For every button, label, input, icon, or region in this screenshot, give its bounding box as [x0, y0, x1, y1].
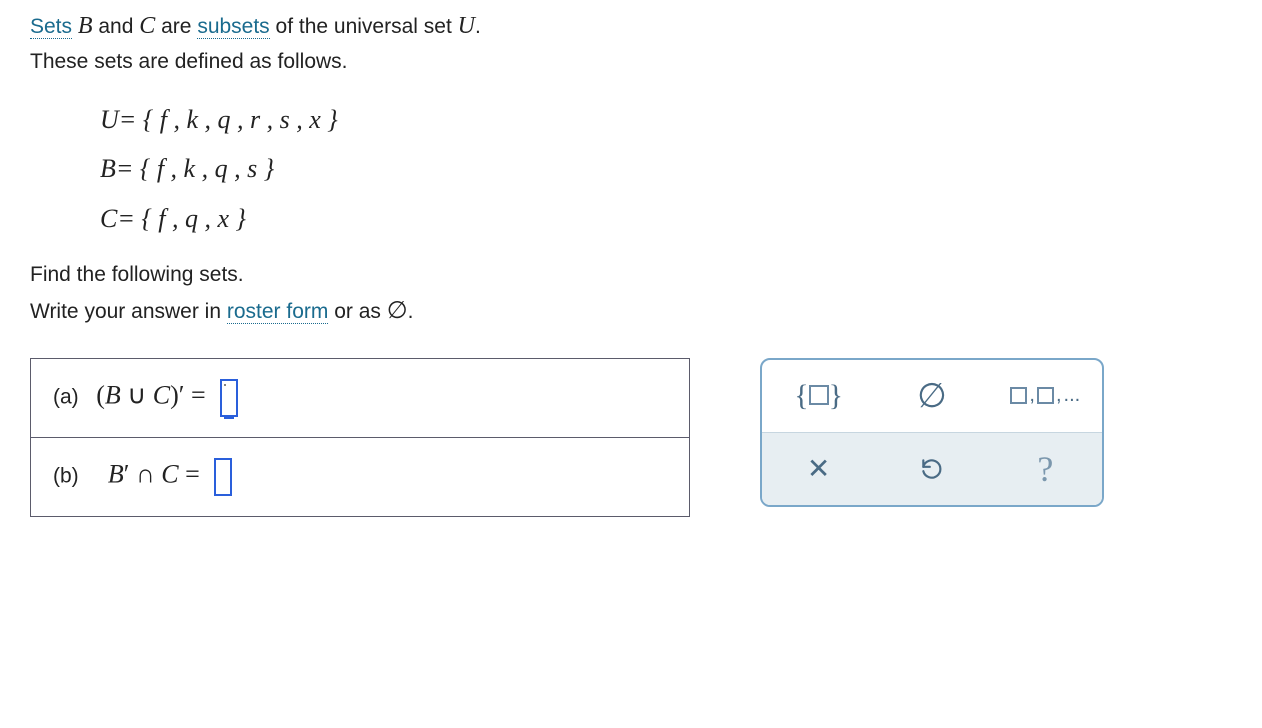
- link-sets[interactable]: Sets: [30, 15, 72, 39]
- problem-intro: Sets B and C are subsets of the universa…: [30, 10, 1232, 77]
- var-B: B: [78, 13, 93, 39]
- part-a-label: (a): [53, 385, 79, 408]
- palette-help-button[interactable]: ?: [989, 433, 1102, 505]
- x-icon: ✕: [807, 452, 830, 485]
- instruction-line-2: Write your answer in roster form or as ∅…: [30, 295, 1232, 327]
- def-U: U= { f , k , q , r , s , x }: [100, 95, 1232, 144]
- part-a-input[interactable]: [220, 379, 238, 417]
- var-C: C: [139, 13, 155, 39]
- palette-set-braces-button[interactable]: {}: [762, 360, 875, 432]
- def-C: C= { f , q , x }: [100, 194, 1232, 243]
- answer-table: (a) (B ∪ C)′ = (b) B′ ∩ C =: [30, 358, 690, 517]
- undo-icon: [919, 456, 945, 482]
- palette-list-button[interactable]: ,,...: [989, 360, 1102, 432]
- intro-line-1: Sets B and C are subsets of the universa…: [30, 10, 1232, 42]
- empty-set-symbol: ∅: [387, 298, 408, 324]
- answer-area: (a) (B ∪ C)′ = (b) B′ ∩ C = {} ∅: [30, 358, 1232, 517]
- placeholder-icon: [1037, 387, 1054, 404]
- palette-empty-set-button[interactable]: ∅: [875, 360, 988, 432]
- var-U: U: [458, 13, 475, 39]
- instructions: Find the following sets. Write your answ…: [30, 261, 1232, 328]
- instruction-line-1: Find the following sets.: [30, 261, 1232, 289]
- part-b-label: (b): [53, 464, 79, 487]
- set-definitions: U= { f , k , q , r , s , x } B= { f , k …: [100, 95, 1232, 243]
- placeholder-icon: [1010, 387, 1027, 404]
- question-icon: ?: [1037, 448, 1053, 490]
- part-b-input[interactable]: [214, 458, 232, 496]
- part-a-expression: (B ∪ C)′ =: [96, 380, 212, 409]
- link-roster-form[interactable]: roster form: [227, 300, 329, 324]
- palette-clear-button[interactable]: ✕: [762, 433, 875, 505]
- placeholder-icon: [809, 385, 829, 405]
- part-a-row: (a) (B ∪ C)′ =: [31, 358, 690, 437]
- symbol-palette: {} ∅ ,,... ✕ ?: [760, 358, 1104, 507]
- part-b-row: (b) B′ ∩ C =: [31, 437, 690, 516]
- part-b-expression: B′ ∩ C =: [108, 459, 206, 488]
- intro-line-2: These sets are defined as follows.: [30, 48, 1232, 76]
- def-B: B= { f , k , q , s }: [100, 144, 1232, 193]
- link-subsets[interactable]: subsets: [197, 15, 269, 39]
- palette-undo-button[interactable]: [875, 433, 988, 505]
